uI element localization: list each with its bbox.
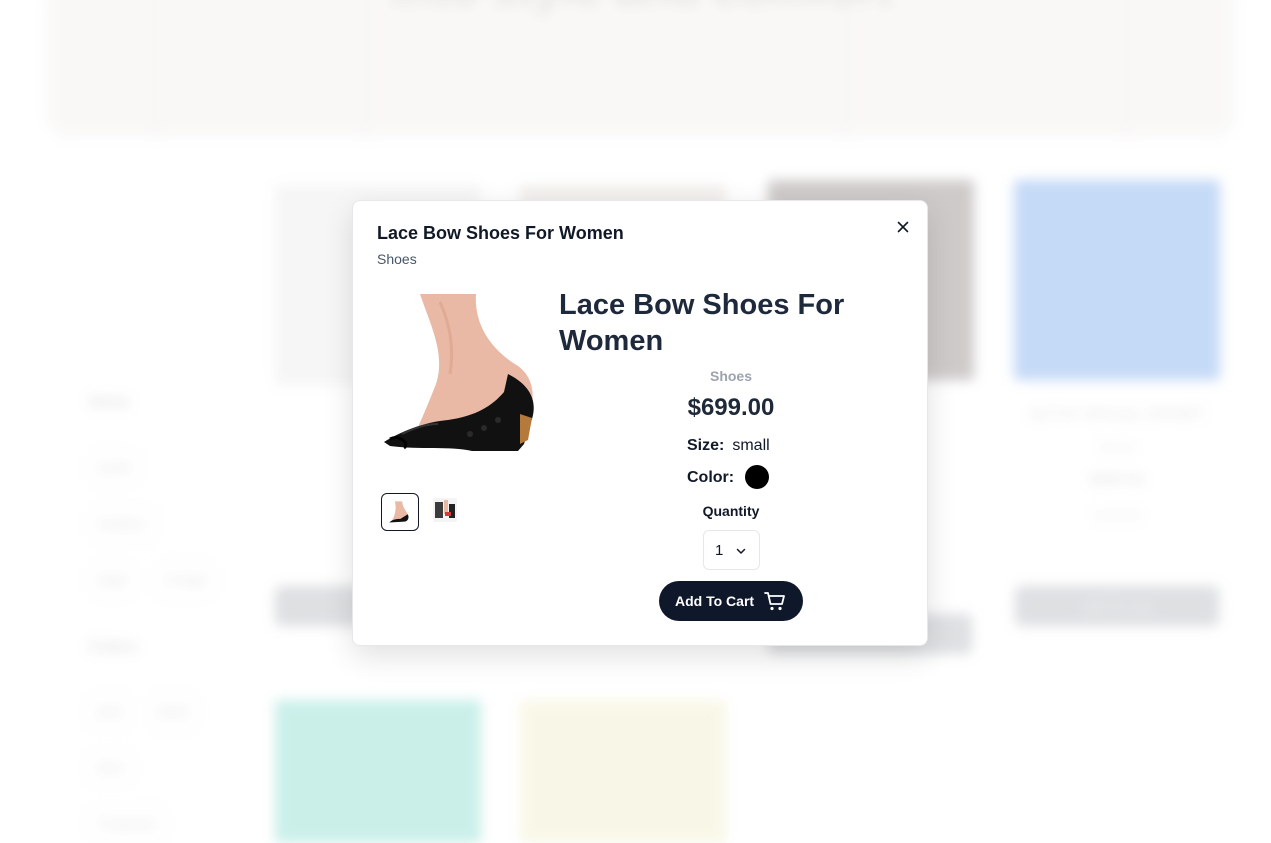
modal-header-title: Lace Bow Shoes For Women bbox=[377, 223, 624, 243]
product-main-image bbox=[380, 294, 536, 451]
product-price: $699.00 bbox=[687, 394, 775, 421]
close-button[interactable] bbox=[893, 217, 913, 237]
add-to-cart-label: Add To Cart bbox=[675, 593, 755, 609]
cart-icon bbox=[764, 592, 785, 611]
size-row: Size: small bbox=[687, 437, 770, 455]
product-title: Lace Bow Shoes For Women bbox=[559, 289, 845, 357]
add-to-cart-button[interactable]: Add To Cart bbox=[659, 581, 803, 621]
color-swatch[interactable] bbox=[745, 465, 769, 489]
thumbnail-1[interactable] bbox=[381, 493, 419, 531]
thumbnail-2[interactable] bbox=[433, 498, 457, 522]
close-icon bbox=[897, 221, 909, 233]
modal-header-category: Shoes bbox=[377, 251, 417, 267]
size-value: small bbox=[732, 437, 770, 454]
quantity-label: Quantity bbox=[702, 503, 760, 519]
quantity-value: 1 bbox=[715, 542, 724, 559]
size-label: Size: bbox=[687, 437, 725, 454]
quantity-select[interactable]: 1 bbox=[703, 530, 760, 570]
product-quick-view-modal: Lace Bow Shoes For Women Shoes Lace Bow … bbox=[352, 200, 928, 646]
chevron-down-icon bbox=[736, 548, 746, 554]
product-category: Shoes bbox=[709, 368, 752, 384]
color-label: Color: bbox=[687, 469, 735, 486]
